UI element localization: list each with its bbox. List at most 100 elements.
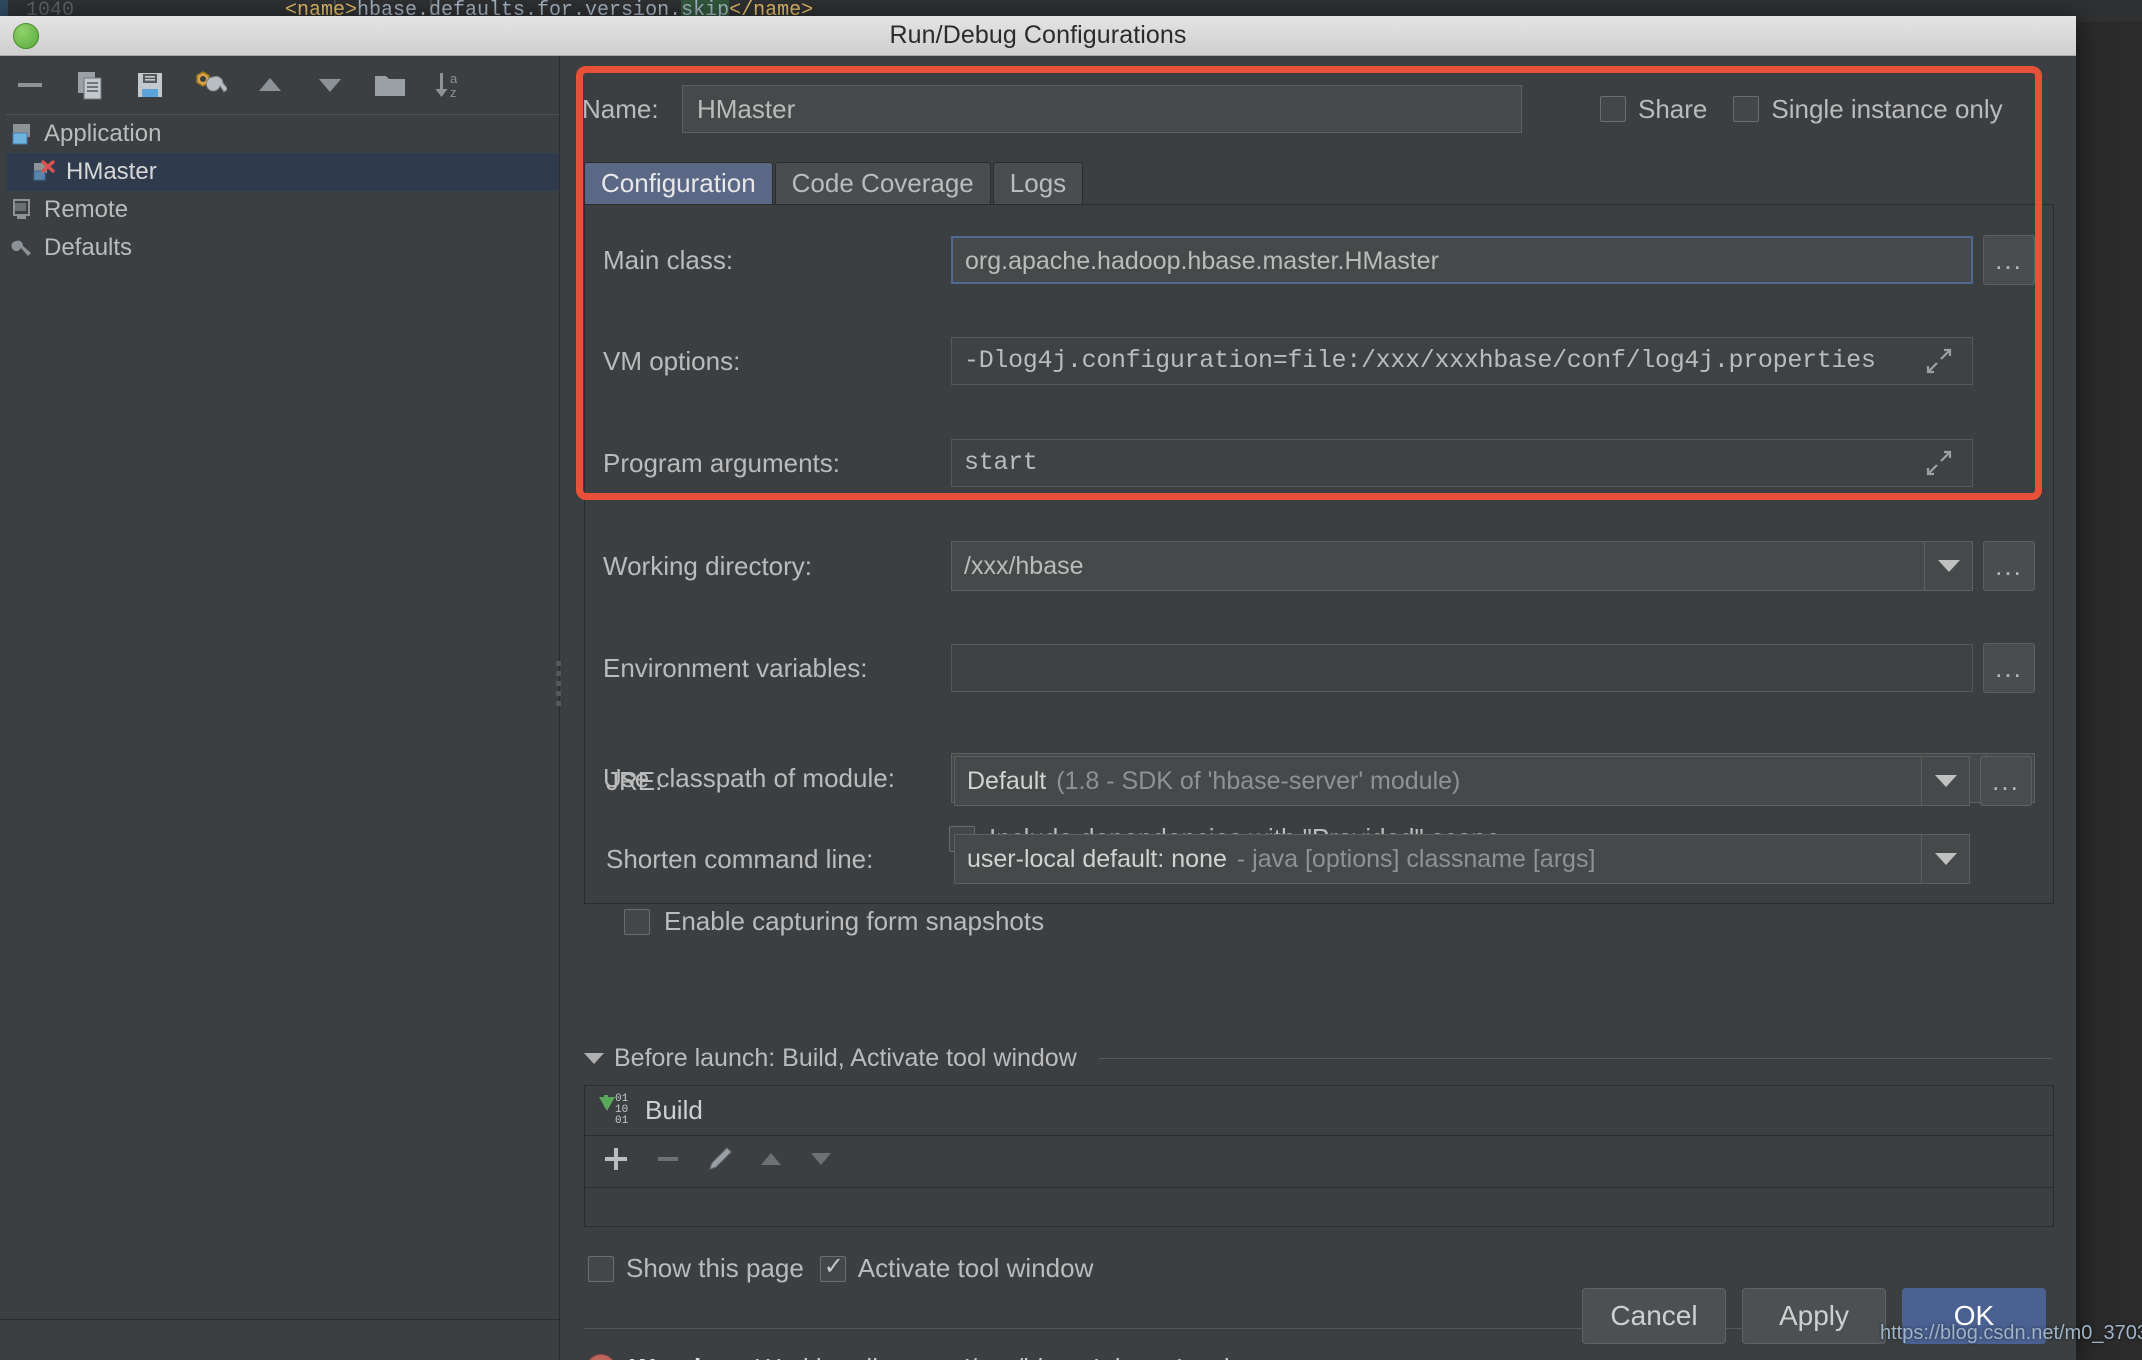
warning-text: Working directory '/xxx/hbase' doesn't e… xyxy=(756,1353,1250,1360)
extra-fields-group: JRE: Default (1.8 - SDK of 'hbase-server… xyxy=(606,756,2032,937)
environment-variables-browse-button[interactable]: ... xyxy=(1983,643,2035,693)
working-directory-label: Working directory: xyxy=(603,550,813,581)
move-up-icon[interactable] xyxy=(244,62,296,108)
configurations-tree[interactable]: Application HMaster Remote Defaults xyxy=(6,114,559,1320)
show-this-page-row[interactable]: Show this page xyxy=(588,1253,804,1284)
activate-tool-window-row[interactable]: Activate tool window xyxy=(819,1252,1094,1284)
working-directory-browse-button[interactable]: ... xyxy=(1983,541,2035,591)
chevron-down-icon[interactable] xyxy=(1924,542,1972,590)
warning-icon: ! xyxy=(586,1353,616,1360)
program-arguments-row: Program arguments: start xyxy=(603,439,2035,487)
shorten-command-line-value: user-local default: none xyxy=(967,845,1227,873)
cancel-button[interactable]: Cancel xyxy=(1582,1288,1726,1344)
before-launch-title: Before launch: Build, Activate tool wind… xyxy=(614,1044,1077,1072)
warning-message: ! Warning: Working directory '/xxx/hbase… xyxy=(586,1353,2076,1360)
sidebar-item-defaults[interactable]: Defaults xyxy=(6,229,559,267)
folder-icon[interactable] xyxy=(364,62,416,108)
tab-logs[interactable]: Logs xyxy=(992,162,1084,204)
program-arguments-input[interactable]: start xyxy=(951,439,1973,487)
single-instance-checkbox[interactable] xyxy=(1733,96,1760,122)
before-launch-empty-area xyxy=(585,1188,2053,1226)
expand-icon[interactable] xyxy=(1918,346,1960,376)
activate-tool-window-checkbox[interactable] xyxy=(819,1252,846,1282)
run-config-error-icon xyxy=(33,160,55,181)
remove-icon[interactable] xyxy=(653,1144,683,1179)
before-launch-item-build[interactable]: 01 10 01 Build xyxy=(585,1086,2053,1136)
shorten-command-line-detail: - java [options] classname [args] xyxy=(1236,845,1596,873)
tab-configuration[interactable]: Configuration xyxy=(584,162,773,204)
before-launch-header[interactable]: Before launch: Build, Activate tool wind… xyxy=(584,1044,2076,1073)
program-arguments-value: start xyxy=(964,448,1038,477)
show-this-page-checkbox[interactable] xyxy=(588,1255,614,1282)
program-arguments-label: Program arguments: xyxy=(603,447,840,478)
main-class-browse-button[interactable]: ... xyxy=(1983,235,2035,285)
shorten-command-line-row: Shorten command line: user-local default… xyxy=(606,834,2032,884)
chevron-down-icon[interactable] xyxy=(1921,835,1969,883)
sidebar-item-label: Remote xyxy=(44,196,129,223)
environment-variables-input[interactable] xyxy=(951,644,1973,692)
copy-icon[interactable] xyxy=(64,62,116,108)
form-snapshots-checkbox[interactable] xyxy=(624,908,650,935)
share-label: Share xyxy=(1638,93,1708,124)
jre-value-wrap: Default (1.8 - SDK of 'hbase-server' mod… xyxy=(955,757,1921,805)
share-checkbox[interactable] xyxy=(1600,96,1626,122)
sidebar-item-remote[interactable]: Remote xyxy=(6,191,559,229)
activate-tool-window-label: Activate tool window xyxy=(857,1253,1094,1283)
chevron-down-icon[interactable] xyxy=(1921,757,1969,805)
share-checkbox-row[interactable]: Share xyxy=(1600,94,1707,125)
window-close-dot[interactable] xyxy=(13,22,39,49)
shorten-command-line-value-wrap: user-local default: none - java [options… xyxy=(955,835,1921,883)
apply-button[interactable]: Apply xyxy=(1742,1288,1886,1344)
name-row: Name: HMaster Share Single instance only xyxy=(582,85,2076,133)
expand-icon[interactable] xyxy=(1918,448,1960,478)
main-class-label: Main class: xyxy=(603,244,734,275)
sidebar-item-application[interactable]: Application xyxy=(6,115,559,153)
show-this-page-label: Show this page xyxy=(626,1253,804,1283)
remote-icon xyxy=(13,199,30,219)
section-divider xyxy=(1098,1058,2052,1059)
name-options: Share Single instance only xyxy=(1600,94,2003,125)
sidebar-item-hmaster[interactable]: HMaster xyxy=(6,153,559,191)
jre-label: JRE: xyxy=(606,765,663,796)
application-icon xyxy=(12,124,30,145)
edit-pencil-icon[interactable] xyxy=(705,1144,735,1179)
before-launch-list[interactable]: 01 10 01 Build xyxy=(584,1085,2054,1227)
name-label: Name: xyxy=(582,93,659,124)
form-snapshots-label: Enable capturing form snapshots xyxy=(664,906,1045,936)
move-down-icon[interactable] xyxy=(807,1145,835,1178)
main-class-input[interactable]: org.apache.hadoop.hbase.master.HMaster xyxy=(951,236,1973,284)
form-snapshots-row[interactable]: Enable capturing form snapshots xyxy=(624,906,2032,937)
remove-icon[interactable] xyxy=(4,62,56,108)
sidebar-item-label: Application xyxy=(44,120,162,147)
sort-alpha-icon[interactable]: a z xyxy=(424,62,476,108)
sidebar-bottom-divider xyxy=(0,1319,559,1320)
shorten-command-line-combo[interactable]: user-local default: none - java [options… xyxy=(954,834,1970,884)
vm-options-input[interactable]: -Dlog4j.configuration=file:/xxx/xxxhbase… xyxy=(951,337,1973,385)
move-up-icon[interactable] xyxy=(757,1145,785,1178)
jre-browse-button[interactable]: ... xyxy=(1980,756,2032,806)
panel-splitter-handle[interactable] xyxy=(553,656,565,716)
run-debug-configurations-dialog: Run/Debug Configurations a z Application… xyxy=(0,16,2076,1360)
before-launch-item-label: Build xyxy=(645,1095,703,1125)
dialog-title-bar: Run/Debug Configurations xyxy=(0,16,2076,56)
jre-row: JRE: Default (1.8 - SDK of 'hbase-server… xyxy=(606,756,2032,806)
build-icon: 01 10 01 xyxy=(597,1093,631,1127)
svg-text:z: z xyxy=(450,85,457,100)
move-down-icon[interactable] xyxy=(304,62,356,108)
warning-prefix: Warning: xyxy=(630,1353,742,1360)
main-class-row: Main class: org.apache.hadoop.hbase.mast… xyxy=(603,235,2035,285)
working-directory-combo[interactable]: /xxx/hbase xyxy=(951,541,1973,591)
chevron-down-icon[interactable] xyxy=(584,1053,604,1064)
save-icon[interactable] xyxy=(124,62,176,108)
working-directory-row: Working directory: /xxx/hbase ... xyxy=(603,541,2035,591)
single-instance-checkbox-row[interactable]: Single instance only xyxy=(1733,94,2003,125)
add-icon[interactable] xyxy=(601,1144,631,1179)
jre-combo[interactable]: Default (1.8 - SDK of 'hbase-server' mod… xyxy=(954,756,1970,806)
environment-variables-row: Environment variables: ... xyxy=(603,643,2035,693)
configuration-tabs[interactable]: Configuration Code Coverage Logs xyxy=(584,160,2076,204)
name-input[interactable]: HMaster xyxy=(682,85,1522,133)
vm-options-value: -Dlog4j.configuration=file:/xxx/xxxhbase… xyxy=(964,346,1876,375)
edit-defaults-icon[interactable] xyxy=(184,62,236,108)
tab-code-coverage[interactable]: Code Coverage xyxy=(774,162,991,204)
watermark-text: https://blog.csdn.net/m0_37039331 xyxy=(1880,1322,2142,1344)
